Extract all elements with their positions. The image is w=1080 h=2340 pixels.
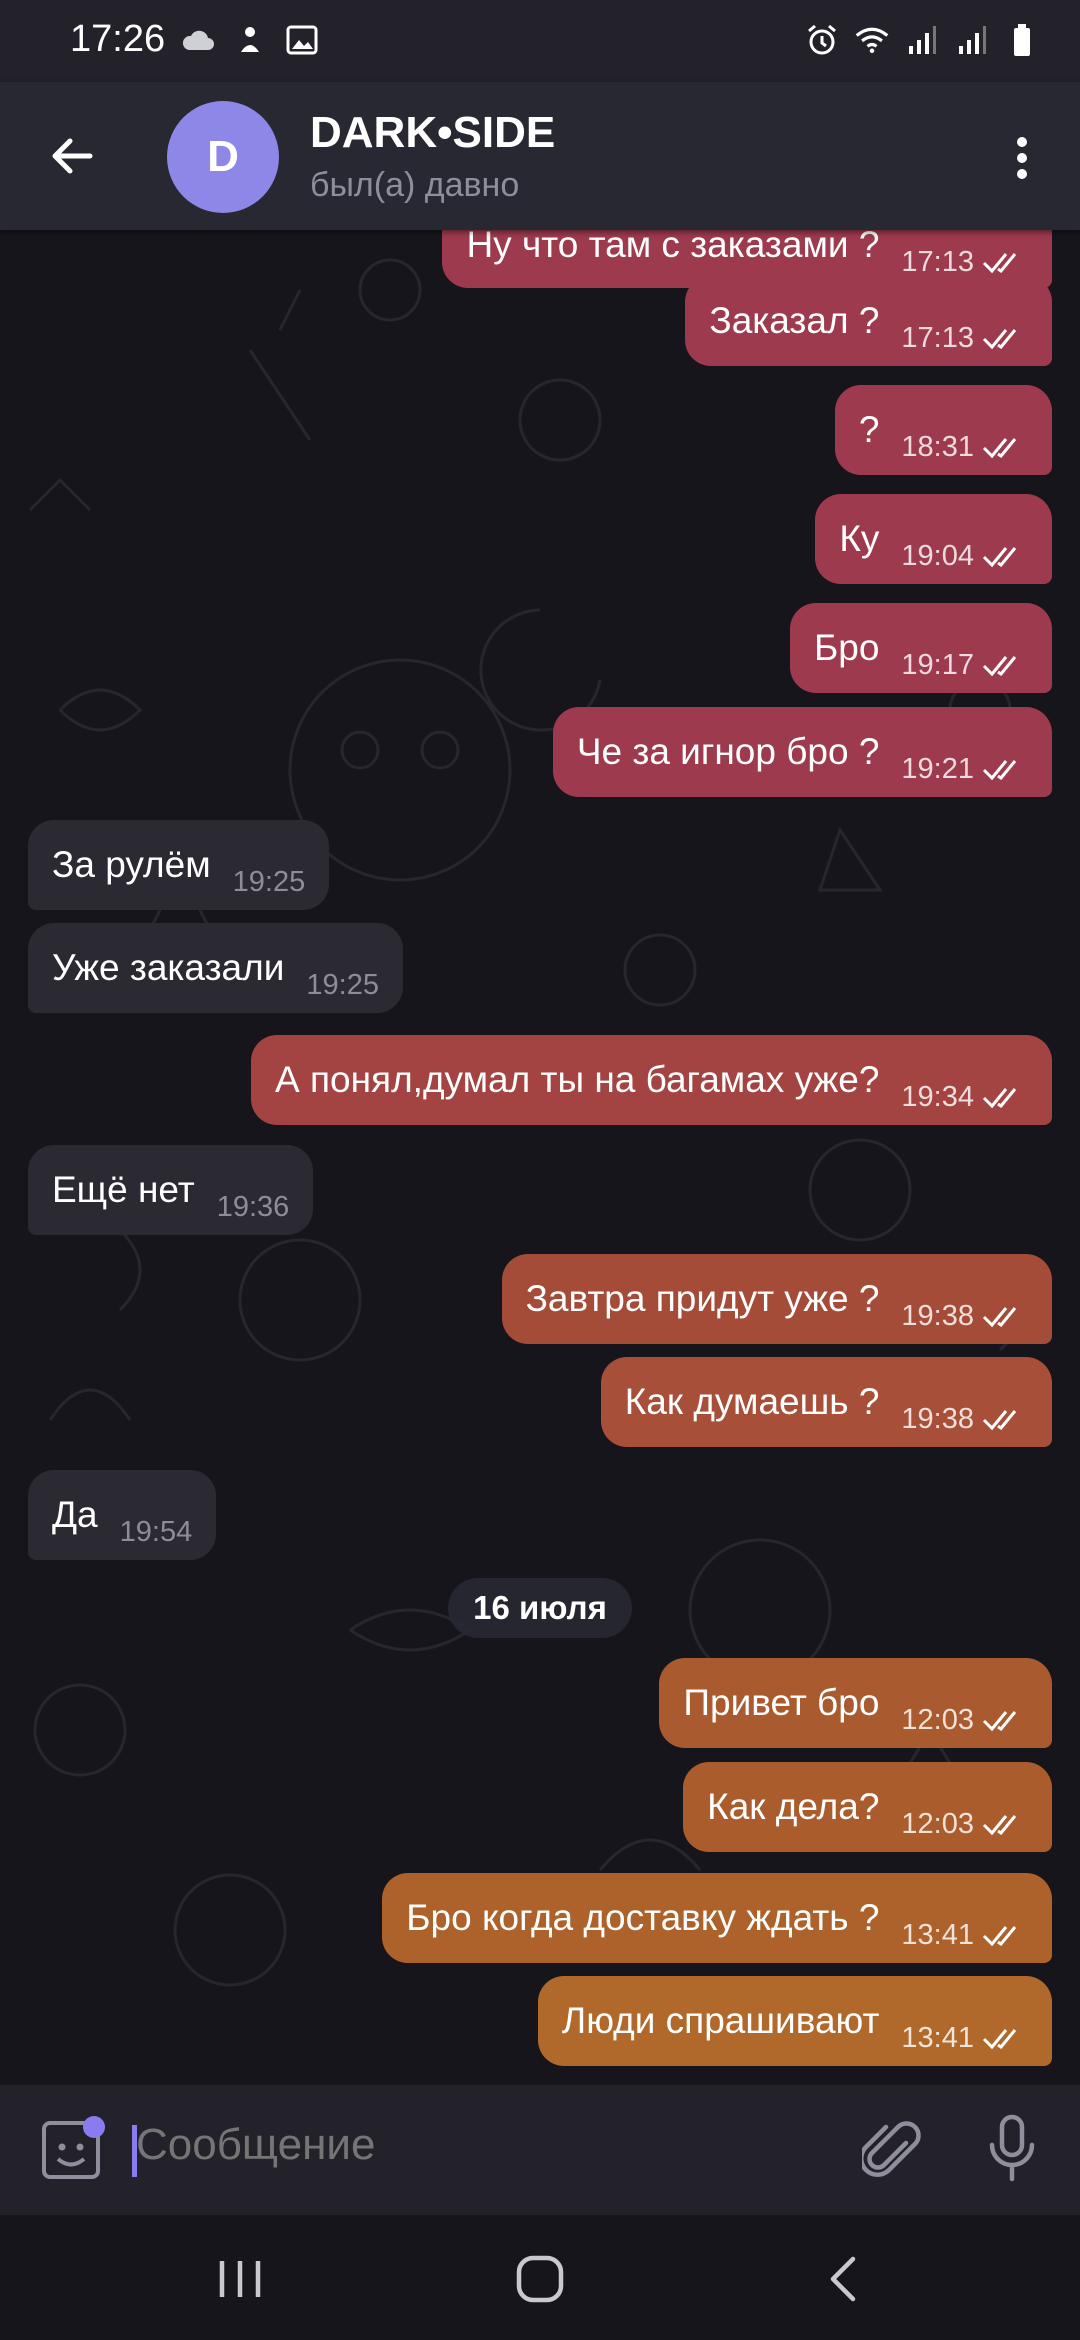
message-time: 19:25 — [232, 865, 306, 898]
message-bubble[interactable]: Ку 19:04 — [815, 494, 1052, 584]
message-text: А понял,думал ты на багамах уже? — [275, 1059, 880, 1100]
double-check-icon — [982, 329, 1017, 350]
status-left-icons — [180, 22, 320, 58]
system-nav-bar — [0, 2215, 1080, 2340]
message-time: 19:17 — [901, 648, 974, 681]
message-bubble[interactable]: Че за игнор бро ? 19:21 — [552, 707, 1052, 797]
double-check-icon — [982, 253, 1017, 274]
message-time: 17:13 — [901, 245, 974, 278]
double-check-icon — [982, 1711, 1017, 1732]
wifi-icon — [854, 22, 890, 58]
sticker-icon[interactable] — [36, 2115, 106, 2185]
message-text: Заказал ? — [709, 300, 880, 341]
message-bubble[interactable]: Уже заказали 19:25 — [28, 923, 403, 1013]
gallery-icon — [284, 22, 320, 58]
cloud-icon — [180, 22, 216, 58]
message-time: 19:38 — [901, 1402, 974, 1435]
message-input-bar — [0, 2085, 1080, 2215]
message-text: Завтра придут уже ? — [525, 1278, 880, 1319]
notification-icon — [232, 22, 268, 58]
chat-header: D DARK•SIDE был(а) давно — [0, 82, 1080, 230]
message-bubble[interactable]: Ещё нет 19:36 — [28, 1145, 314, 1235]
double-check-icon — [982, 760, 1017, 781]
message-text: Уже заказали — [52, 947, 285, 988]
message-time: 19:54 — [119, 1515, 193, 1548]
message-bubble[interactable]: Люди спрашивают 13:41 — [537, 1976, 1052, 2066]
message-text: Да — [52, 1494, 98, 1535]
back-icon[interactable] — [815, 2249, 875, 2309]
back-arrow-icon[interactable] — [42, 126, 102, 186]
double-check-icon — [982, 547, 1017, 568]
message-time: 19:25 — [306, 968, 379, 1001]
message-bubble[interactable]: Как думаешь ? 19:38 — [600, 1357, 1052, 1447]
message-text: Бро — [813, 627, 880, 668]
message-time: 13:41 — [901, 1918, 974, 1951]
status-bar: 17:26 — [0, 0, 1080, 82]
message-bubble[interactable]: Бро когда доставку ждать ? 13:41 — [382, 1873, 1052, 1963]
double-check-icon — [982, 656, 1017, 677]
message-time: 18:31 — [901, 430, 974, 463]
message-time: 19:38 — [901, 1299, 974, 1332]
message-time: 19:04 — [901, 539, 974, 572]
status-right-icons — [804, 22, 1040, 58]
double-check-icon — [982, 1926, 1017, 1947]
message-input[interactable] — [134, 2119, 713, 2171]
double-check-icon — [982, 1088, 1017, 1109]
message-text: Люди спрашивают — [561, 2000, 880, 2041]
recent-apps-icon[interactable] — [210, 2249, 270, 2309]
microphone-icon[interactable] — [982, 2113, 1042, 2183]
message-bubble[interactable]: Бро 19:17 — [789, 603, 1052, 693]
battery-icon — [1004, 22, 1040, 58]
double-check-icon — [982, 1410, 1017, 1431]
message-time: 19:34 — [901, 1080, 974, 1113]
message-time: 19:36 — [216, 1190, 290, 1223]
message-text: Ну что там с заказами ? — [466, 230, 880, 265]
message-bubble[interactable]: За рулём 19:25 — [28, 820, 330, 910]
message-list[interactable]: Ну что там с заказами ? 17:13 Заказал ? … — [0, 230, 1080, 2085]
message-time: 13:41 — [901, 2021, 974, 2054]
message-bubble[interactable]: Да 19:54 — [28, 1470, 217, 1560]
home-icon[interactable] — [510, 2249, 570, 2309]
signal-icon — [904, 22, 940, 58]
paperclip-icon[interactable] — [858, 2117, 922, 2183]
message-time: 12:03 — [901, 1703, 974, 1736]
message-bubble[interactable]: Заказал ? 17:13 — [685, 276, 1052, 366]
double-check-icon — [982, 438, 1017, 459]
message-text: Как думаешь ? — [624, 1381, 880, 1422]
message-text: Привет бро — [683, 1682, 880, 1723]
signal-icon — [954, 22, 990, 58]
message-time: 19:21 — [901, 752, 974, 785]
double-check-icon — [982, 1815, 1017, 1836]
avatar[interactable]: D — [167, 101, 279, 213]
date-separator: 16 июля — [448, 1578, 632, 1638]
message-text: Бро когда доставку ждать ? — [406, 1897, 880, 1938]
alarm-icon — [804, 22, 840, 58]
message-bubble[interactable]: А понял,думал ты на багамах уже? 19:34 — [251, 1035, 1052, 1125]
message-text: Как дела? — [707, 1786, 880, 1827]
chat-title[interactable]: DARK•SIDE — [310, 108, 555, 158]
message-time: 12:03 — [901, 1807, 974, 1840]
chat-status: был(а) давно — [310, 166, 520, 204]
message-bubble[interactable]: ? 18:31 — [834, 385, 1052, 475]
message-text: За рулём — [52, 844, 211, 885]
message-text: ? — [858, 409, 880, 450]
double-check-icon — [982, 1307, 1017, 1328]
message-bubble[interactable]: Завтра придут уже ? 19:38 — [501, 1254, 1052, 1344]
message-bubble[interactable]: Привет бро 12:03 — [659, 1658, 1052, 1748]
message-text: Ещё нет — [52, 1169, 195, 1210]
more-vertical-icon[interactable] — [1000, 128, 1044, 188]
double-check-icon — [982, 2029, 1017, 2050]
status-time: 17:26 — [70, 18, 166, 60]
message-text: Ку — [839, 518, 880, 559]
message-text: Че за игнор бро ? — [576, 731, 880, 772]
message-time: 17:13 — [901, 321, 974, 354]
message-bubble[interactable]: Как дела? 12:03 — [683, 1762, 1052, 1852]
